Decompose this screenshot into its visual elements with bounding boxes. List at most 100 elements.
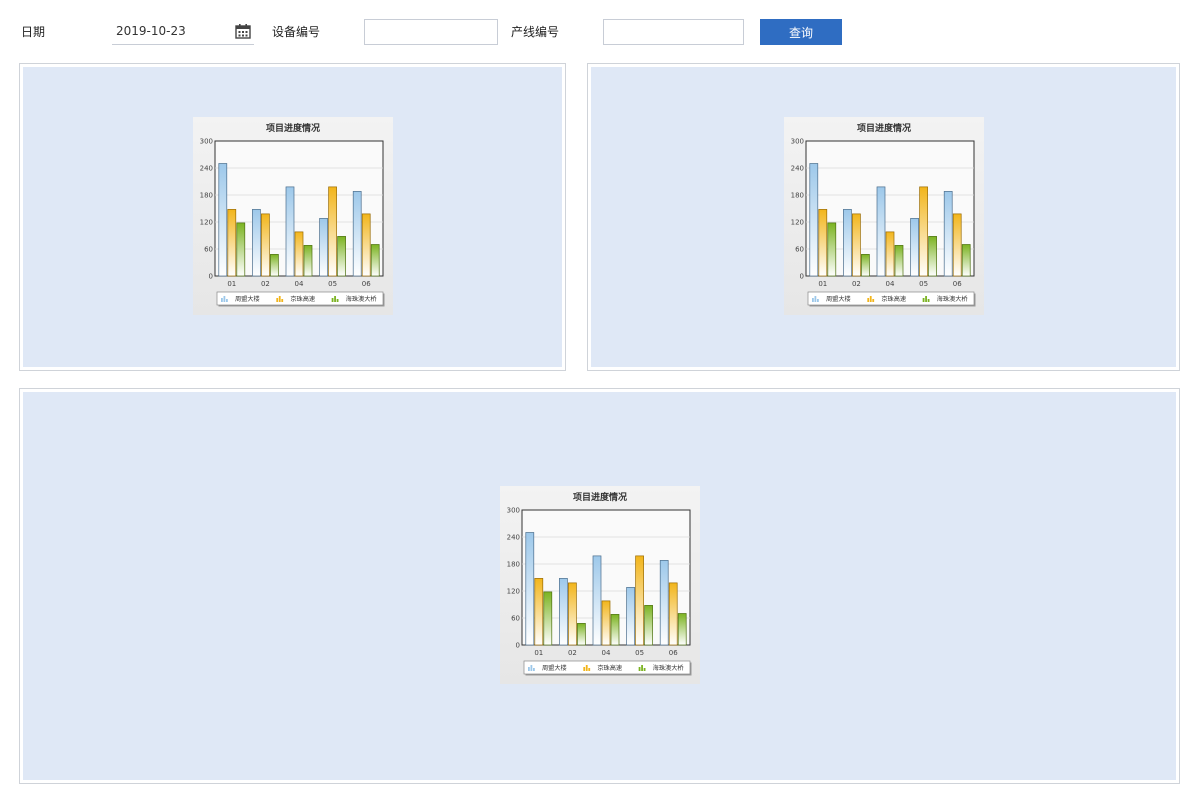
legend-label: 海珠澳大桥 [653, 664, 684, 672]
y-tick-label: 240 [791, 165, 804, 173]
bar-周盟大楼-02 [252, 209, 261, 277]
x-tick-label: 05 [635, 649, 644, 657]
x-tick-label: 04 [602, 649, 611, 657]
bar-周盟大楼-04 [592, 555, 602, 646]
legend-swatch [643, 668, 646, 671]
bar-京珠高速-05 [635, 555, 644, 646]
legend-swatch [528, 667, 530, 671]
y-tick-label: 240 [507, 534, 520, 542]
y-tick-label: 0 [209, 273, 213, 281]
y-tick-label: 300 [507, 507, 520, 515]
y-tick-label: 300 [200, 138, 213, 146]
legend-swatch [638, 667, 641, 671]
bar-chart-3: 项目进度情况 0 60 120 180 240 300 01 02 04 05 06 周盟大楼 京珠高速 海… [507, 491, 692, 676]
chart-card-1: 项目进度情况 0 60 120 180 240 300 01 02 04 05 06 周盟大楼 京珠高速 海… [193, 117, 393, 315]
x-tick-label: 04 [295, 280, 304, 288]
device-label: 设备编号 [272, 25, 321, 39]
filter-toolbar: 日期 2019-10-23 设备编号 产线编号 查询 [0, 0, 1200, 60]
legend-label: 京珠高速 [290, 295, 315, 303]
legend-swatch [276, 298, 279, 302]
bar-周盟大楼-04 [876, 186, 886, 277]
bar-京珠高速-06 [952, 213, 962, 277]
bar-海珠澳大桥-05 [928, 236, 937, 277]
x-tick-label: 05 [919, 280, 928, 288]
bar-京珠高速-01 [818, 209, 828, 277]
chart-card-2: 项目进度情况 0 60 120 180 240 300 01 02 04 05 06 周盟大楼 京珠高速 海… [784, 117, 984, 315]
bar-京珠高速-02 [852, 213, 861, 277]
legend-swatch [588, 668, 591, 671]
y-tick-label: 60 [511, 615, 520, 623]
line-input[interactable] [603, 19, 744, 45]
bar-周盟大楼-01 [809, 163, 819, 277]
legend-label: 海珠澳大桥 [346, 295, 377, 303]
bar-周盟大楼-06 [352, 191, 362, 277]
bar-周盟大楼-04 [285, 186, 295, 277]
bar-京珠高速-04 [885, 231, 895, 277]
bar-海珠澳大桥-06 [370, 244, 380, 277]
chart-panel-1: 项目进度情况 0 60 120 180 240 300 01 02 04 05 06 周盟大楼 京珠高速 海… [19, 63, 566, 371]
bar-京珠高速-06 [361, 213, 371, 277]
y-tick-label: 120 [791, 219, 804, 227]
chart-title: 项目进度情况 [573, 491, 627, 503]
line-label: 产线编号 [511, 25, 560, 39]
legend-swatch [221, 298, 223, 302]
bar-周盟大楼-01 [525, 532, 535, 646]
bar-海珠澳大桥-04 [303, 245, 313, 277]
bar-京珠高速-04 [601, 600, 611, 646]
x-tick-label: 02 [852, 280, 861, 288]
legend-swatch [226, 299, 228, 302]
bar-海珠澳大桥-04 [610, 614, 620, 646]
chart-title: 项目进度情况 [857, 122, 911, 134]
y-tick-label: 0 [800, 273, 804, 281]
bar-海珠澳大桥-02 [270, 254, 279, 277]
legend-swatch [814, 296, 817, 302]
chart-panel-1-body: 项目进度情况 0 60 120 180 240 300 01 02 04 05 06 周盟大楼 京珠高速 海… [23, 67, 562, 367]
chart-card-3: 项目进度情况 0 60 120 180 240 300 01 02 04 05 06 周盟大楼 京珠高速 海… [500, 486, 700, 684]
device-input[interactable] [364, 19, 498, 45]
bar-周盟大楼-05 [319, 218, 328, 277]
bar-海珠澳大桥-01 [236, 222, 246, 277]
bar-周盟大楼-01 [218, 163, 228, 277]
x-tick-label: 06 [362, 280, 371, 288]
legend-label: 海珠澳大桥 [937, 295, 968, 303]
x-tick-label: 06 [953, 280, 962, 288]
chart-panel-2: 项目进度情况 0 60 120 180 240 300 01 02 04 05 06 周盟大楼 京珠高速 海… [587, 63, 1180, 371]
query-button[interactable]: 查询 [760, 19, 842, 45]
y-tick-label: 0 [516, 642, 520, 650]
bar-海珠澳大桥-05 [337, 236, 346, 277]
bar-周盟大楼-05 [626, 587, 635, 646]
legend-swatch [869, 296, 872, 302]
legend-swatch [641, 665, 643, 671]
bar-京珠高速-01 [534, 578, 544, 646]
bar-周盟大楼-02 [559, 578, 568, 646]
legend-label: 京珠高速 [597, 664, 622, 672]
legend-swatch [872, 299, 875, 302]
y-tick-label: 180 [791, 192, 804, 200]
legend-swatch [530, 665, 533, 671]
x-tick-label: 02 [261, 280, 270, 288]
legend-swatch [583, 667, 586, 671]
legend-swatch [812, 298, 814, 302]
legend-swatch [927, 299, 930, 302]
bar-海珠澳大桥-01 [543, 591, 553, 646]
date-picker[interactable]: 2019-10-23 [112, 19, 254, 45]
date-value: 2019-10-23 [116, 24, 186, 38]
x-tick-label: 01 [227, 280, 236, 288]
y-tick-label: 180 [507, 561, 520, 569]
bar-周盟大楼-06 [659, 560, 669, 646]
legend-swatch [817, 299, 819, 302]
bar-京珠高速-02 [261, 213, 270, 277]
date-label: 日期 [21, 25, 46, 39]
y-tick-label: 300 [791, 138, 804, 146]
bar-京珠高速-05 [919, 186, 928, 277]
calendar-icon[interactable] [235, 23, 251, 39]
bar-海珠澳大桥-06 [677, 613, 687, 646]
legend-swatch [331, 298, 334, 302]
legend-swatch [867, 298, 870, 302]
legend-swatch [922, 298, 925, 302]
legend-label: 京珠高速 [881, 295, 906, 303]
y-tick-label: 120 [507, 588, 520, 596]
bar-京珠高速-05 [328, 186, 337, 277]
legend-swatch [278, 296, 281, 302]
bar-京珠高速-04 [294, 231, 304, 277]
